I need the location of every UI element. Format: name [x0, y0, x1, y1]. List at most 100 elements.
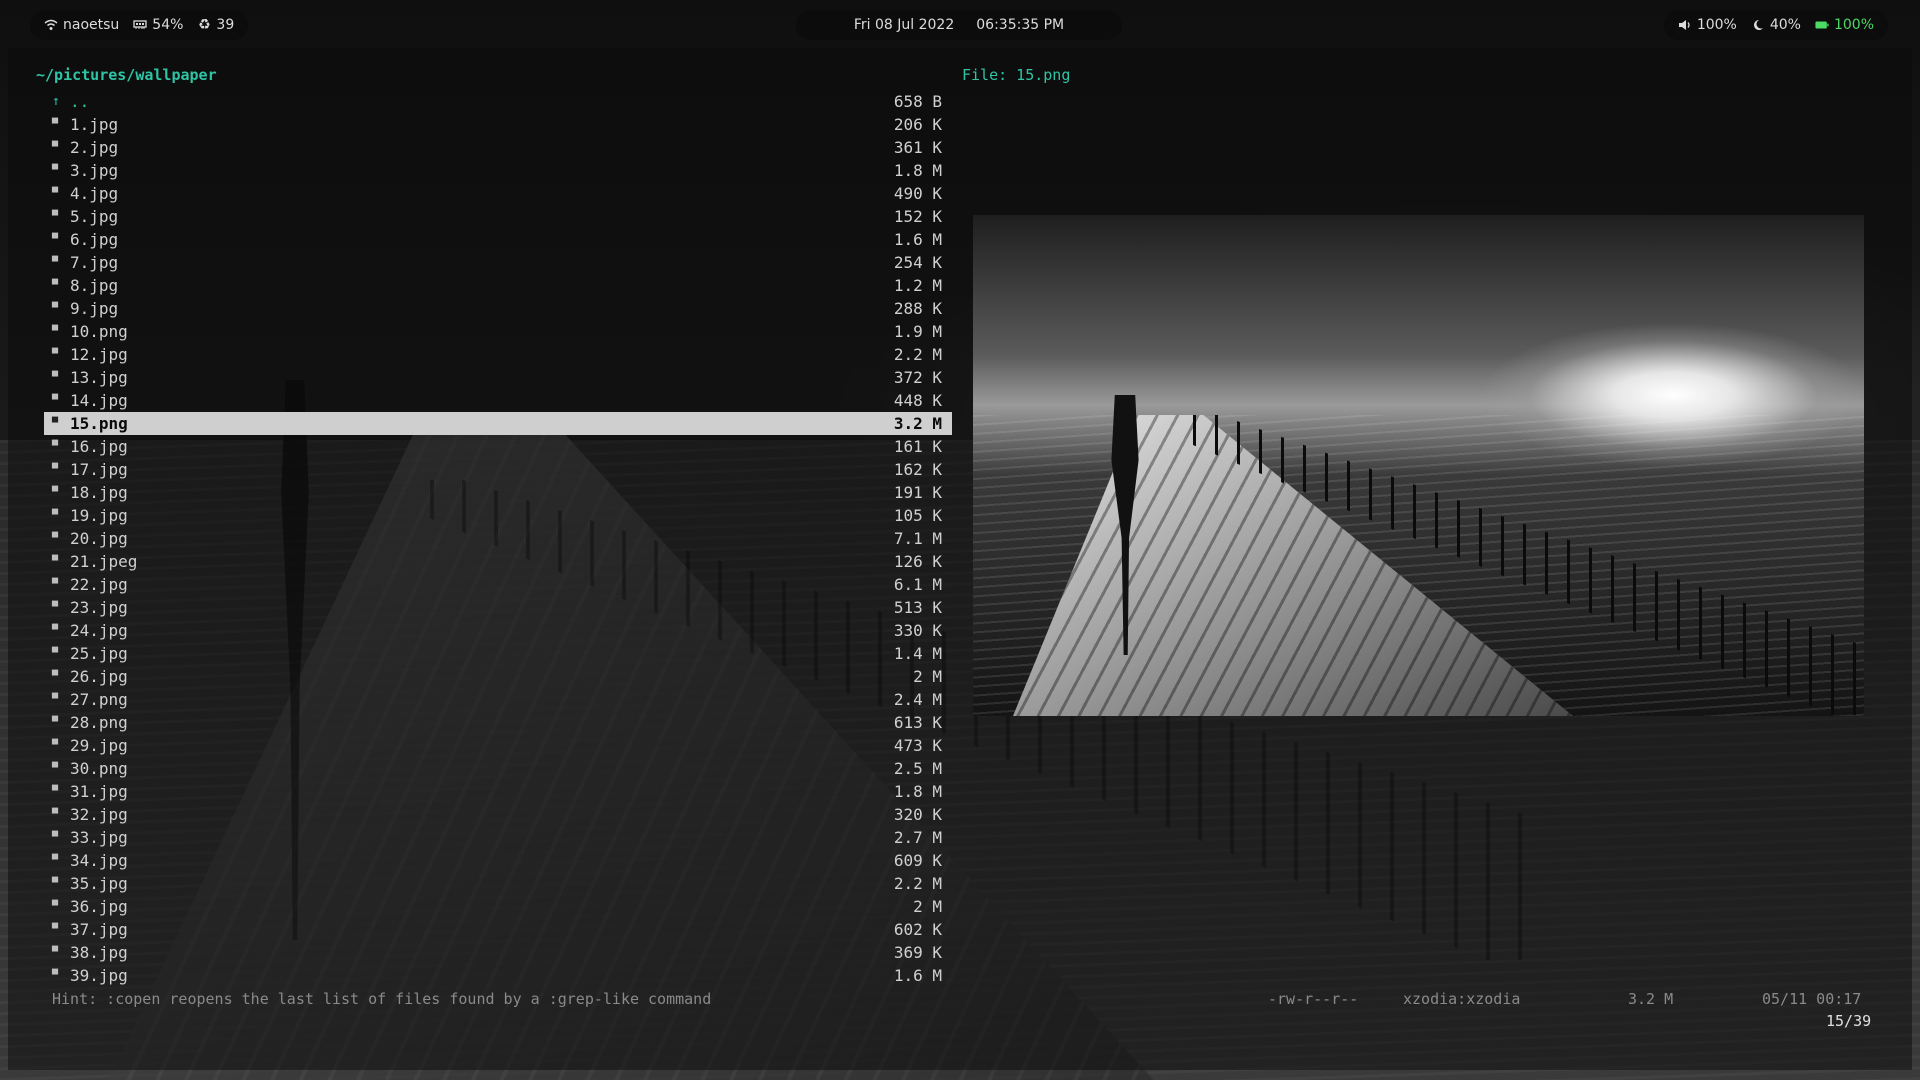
file-size-cell: 152 K	[893, 207, 942, 226]
file-row[interactable]: ▀ 5.jpg 152 K	[44, 205, 952, 228]
file-row[interactable]: ▀ 12.jpg 2.2 M	[44, 343, 952, 366]
file-name: 30.png	[70, 759, 128, 778]
file-row[interactable]: ▀ 13.jpg 372 K	[44, 366, 952, 389]
file-row[interactable]: ▀ 9.jpg 288 K	[44, 297, 952, 320]
file-row[interactable]: ▀ 2.jpg 361 K	[44, 136, 952, 159]
file-name: 7.jpg	[70, 253, 119, 272]
file-name: 31.jpg	[70, 782, 128, 801]
file-size-cell: 254 K	[893, 253, 942, 272]
file-row[interactable]: ▀ 7.jpg 254 K	[44, 251, 952, 274]
file-row[interactable]: ▀ 37.jpg 602 K	[44, 918, 952, 941]
file-name: 13.jpg	[70, 368, 128, 387]
image-file-icon: ▀	[52, 717, 59, 728]
file-row[interactable]: ▀ 22.jpg 6.1 M	[44, 573, 952, 596]
file-list[interactable]: ↑.. 658 B ▀ 1.jpg 206 K ▀ 2.jpg 361 K ▀ 3.jpg 1.8 …	[44, 90, 952, 987]
file-row[interactable]: ▀ 36.jpg 2 M	[44, 895, 952, 918]
brightness-widget[interactable]: 40%	[1751, 17, 1801, 33]
file-size-cell: 513 K	[893, 598, 942, 617]
image-file-icon: ▀	[52, 855, 59, 866]
file-row[interactable]: ▀ 17.jpg 162 K	[44, 458, 952, 481]
file-name: 6.jpg	[70, 230, 119, 249]
file-size-cell: 1.4 M	[893, 644, 942, 663]
clock-widget[interactable]: Fri 08 Jul 2022 06:35:35 PM	[796, 10, 1122, 40]
file-row[interactable]: ▀ 1.jpg 206 K	[44, 113, 952, 136]
file-name: 20.jpg	[70, 529, 128, 548]
image-file-icon: ▀	[52, 878, 59, 889]
updates-count: 39	[216, 17, 235, 33]
file-row[interactable]: ▀ 34.jpg 609 K	[44, 849, 952, 872]
memory-widget[interactable]: 54%	[133, 17, 183, 33]
file-size-cell: 448 K	[893, 391, 942, 410]
file-row[interactable]: ▀ 38.jpg 369 K	[44, 941, 952, 964]
file-row[interactable]: ▀ 18.jpg 191 K	[44, 481, 952, 504]
file-row[interactable]: ▀ 35.jpg 2.2 M	[44, 872, 952, 895]
image-file-icon: ▀	[52, 786, 59, 797]
file-row[interactable]: ▀ 21.jpeg 126 K	[44, 550, 952, 573]
file-row[interactable]: ▀ 31.jpg 1.8 M	[44, 780, 952, 803]
file-name: 23.jpg	[70, 598, 128, 617]
file-size-cell: 1.6 M	[893, 230, 942, 249]
file-name: 26.jpg	[70, 667, 128, 686]
file-size-cell: 7.1 M	[893, 529, 942, 548]
file-name: 2.jpg	[70, 138, 119, 157]
file-size-cell: 473 K	[893, 736, 942, 755]
file-name: 4.jpg	[70, 184, 119, 203]
image-file-icon: ▀	[52, 924, 59, 935]
file-name: 22.jpg	[70, 575, 128, 594]
image-file-icon: ▀	[52, 625, 59, 636]
image-file-icon: ▀	[52, 372, 59, 383]
file-row[interactable]: ▀ 32.jpg 320 K	[44, 803, 952, 826]
file-size-cell: 1.2 M	[893, 276, 942, 295]
network-name: naoetsu	[63, 17, 120, 33]
file-size-cell: 3.2 M	[893, 414, 942, 433]
file-size-cell: 162 K	[893, 460, 942, 479]
image-file-icon: ▀	[52, 188, 59, 199]
image-file-icon: ▀	[52, 418, 59, 429]
file-name: 18.jpg	[70, 483, 128, 502]
file-row[interactable]: ▀ 8.jpg 1.2 M	[44, 274, 952, 297]
file-row[interactable]: ▀ 19.jpg 105 K	[44, 504, 952, 527]
file-name: 5.jpg	[70, 207, 119, 226]
file-name: 8.jpg	[70, 276, 119, 295]
file-row[interactable]: ▀ 26.jpg 2 M	[44, 665, 952, 688]
network-widget[interactable]: naoetsu	[44, 17, 119, 33]
file-size-cell: 2.2 M	[893, 874, 942, 893]
file-size-cell: 206 K	[893, 115, 942, 134]
file-row[interactable]: ▀ 39.jpg 1.6 M	[44, 964, 952, 987]
file-size-cell: 330 K	[893, 621, 942, 640]
file-row[interactable]: ▀ 4.jpg 490 K	[44, 182, 952, 205]
file-row[interactable]: ▀ 23.jpg 513 K	[44, 596, 952, 619]
file-size-cell: 609 K	[893, 851, 942, 870]
file-permissions: -rw-r--r--	[1268, 990, 1359, 1008]
file-name: 3.jpg	[70, 161, 119, 180]
battery-widget[interactable]: 100%	[1815, 17, 1874, 33]
file-row[interactable]: ▀ 27.png 2.4 M	[44, 688, 952, 711]
recycle-icon: ♻	[198, 17, 211, 33]
file-row[interactable]: ▀ 10.png 1.9 M	[44, 320, 952, 343]
file-name: 14.jpg	[70, 391, 128, 410]
volume-widget[interactable]: 100%	[1678, 17, 1737, 33]
file-row[interactable]: ▀ 29.jpg 473 K	[44, 734, 952, 757]
file-row[interactable]: ▀ 33.jpg 2.7 M	[44, 826, 952, 849]
file-row[interactable]: ▀ 15.png 3.2 M	[44, 412, 952, 435]
file-name: 10.png	[70, 322, 128, 341]
file-row[interactable]: ▀ 20.jpg 7.1 M	[44, 527, 952, 550]
file-size-cell: 161 K	[893, 437, 942, 456]
file-size-cell: 658 B	[893, 92, 942, 111]
file-row[interactable]: ▀ 6.jpg 1.6 M	[44, 228, 952, 251]
file-row[interactable]: ▀ 25.jpg 1.4 M	[44, 642, 952, 665]
file-size-cell: 1.9 M	[893, 322, 942, 341]
image-file-icon: ▀	[52, 441, 59, 452]
file-row[interactable]: ▀ 16.jpg 161 K	[44, 435, 952, 458]
updates-widget[interactable]: ♻ 39	[197, 17, 234, 33]
file-row[interactable]: ▀ 24.jpg 330 K	[44, 619, 952, 642]
file-name: 35.jpg	[70, 874, 128, 893]
file-row[interactable]: ▀ 30.png 2.5 M	[44, 757, 952, 780]
file-row[interactable]: ▀ 28.png 613 K	[44, 711, 952, 734]
parent-directory-row[interactable]: ↑.. 658 B	[44, 90, 952, 113]
image-file-icon: ▀	[52, 970, 59, 981]
file-owner: xzodia:xzodia	[1403, 990, 1521, 1008]
file-row[interactable]: ▀ 14.jpg 448 K	[44, 389, 952, 412]
image-file-icon: ▀	[52, 326, 59, 337]
file-row[interactable]: ▀ 3.jpg 1.8 M	[44, 159, 952, 182]
